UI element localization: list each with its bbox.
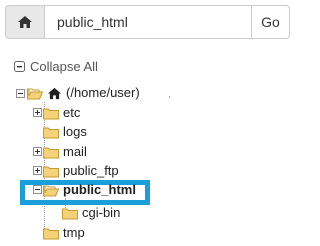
tree-item-label: public_html — [63, 182, 136, 197]
tree-item-tmp[interactable]: tmp — [43, 224, 85, 242]
expand-toggle-mail[interactable] — [33, 147, 42, 156]
folder-icon — [43, 147, 59, 158]
folder-icon — [43, 166, 59, 177]
tree-root[interactable]: (/home/user) — [27, 84, 140, 102]
open-folder-icon — [43, 185, 59, 196]
tree-item-public-ftp[interactable]: public_ftp — [43, 162, 119, 180]
tree-item-label: cgi-bin — [82, 205, 121, 220]
tree-item-cgi-bin[interactable]: cgi-bin — [62, 204, 120, 222]
open-folder-icon — [27, 88, 43, 99]
tree-item-mail[interactable]: mail — [43, 143, 87, 161]
tree-item-public-html[interactable]: public_html — [43, 181, 136, 199]
folder-icon — [43, 228, 59, 239]
folder-icon — [43, 108, 59, 119]
collapse-toggle-public-html[interactable] — [33, 185, 42, 194]
tree-item-etc[interactable]: etc — [43, 104, 80, 122]
file-manager-panel: Go Collapse All (/home/user) — [0, 0, 294, 246]
tree-item-logs[interactable]: logs — [43, 123, 87, 141]
tree-item-label: tmp — [63, 225, 85, 240]
tree-item-label: etc — [63, 105, 81, 120]
tree-root-label: (/home/user) — [66, 85, 140, 100]
folder-tree: (/home/user) etc logs mail public_ftp pu… — [0, 0, 294, 246]
expand-toggle-etc[interactable] — [33, 108, 42, 117]
tree-item-label: mail — [63, 144, 87, 159]
home-icon — [48, 87, 61, 99]
tree-item-label: logs — [63, 124, 87, 139]
tree-item-label: public_ftp — [63, 163, 119, 178]
root-collapse-toggle[interactable] — [16, 89, 25, 98]
expand-toggle-public-ftp[interactable] — [33, 166, 42, 175]
folder-icon — [43, 127, 59, 138]
folder-icon — [62, 208, 78, 219]
